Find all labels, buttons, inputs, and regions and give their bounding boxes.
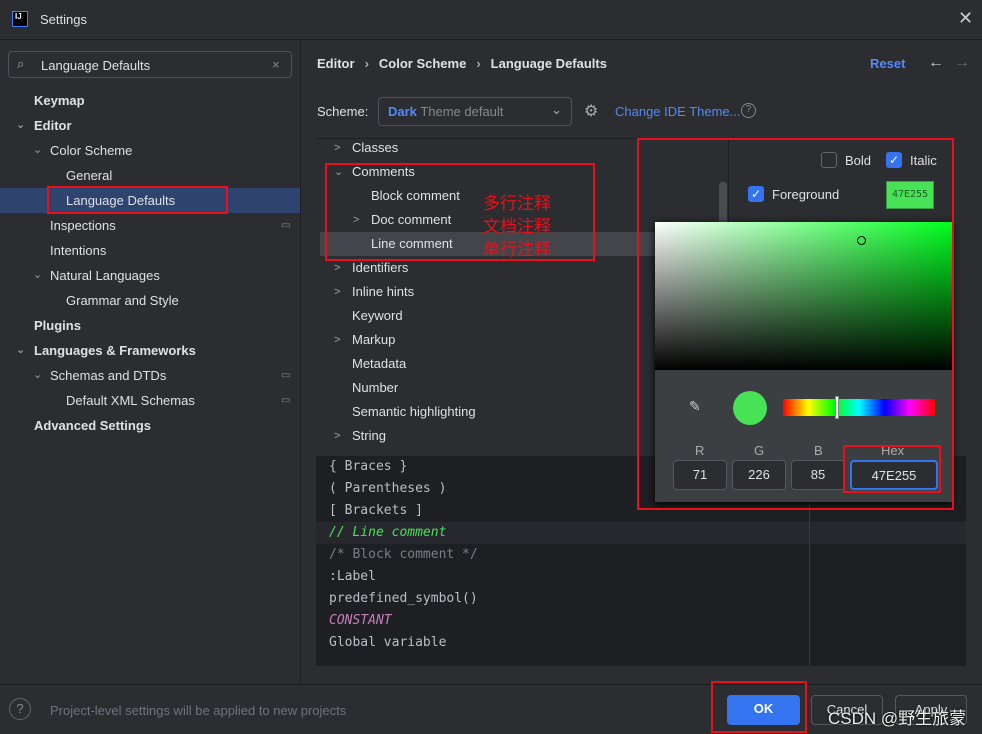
chevron-down-icon: ⌄: [551, 102, 562, 117]
preview-line: predefined_symbol(): [329, 591, 478, 606]
chevron-down-icon: ⌄: [16, 119, 26, 131]
search-input[interactable]: ⌕ Language Defaults ×: [8, 51, 292, 78]
chevron-right-icon[interactable]: >: [334, 328, 340, 352]
tree-item-label: String: [352, 428, 386, 443]
scheme-dropdown[interactable]: Dark Theme default ⌄: [378, 97, 572, 126]
search-icon: ⌕: [17, 56, 25, 71]
watermark: CSDN @野生旅蒙: [828, 709, 967, 728]
search-value: Language Defaults: [41, 58, 151, 73]
label: Keymap: [34, 93, 85, 108]
label: Natural Languages: [50, 268, 160, 283]
footer-hint: Project-level settings will be applied t…: [50, 703, 347, 718]
chevron-down-icon: ⌄: [33, 369, 43, 381]
crumb[interactable]: Editor: [317, 56, 355, 71]
tree-item-label: Semantic highlighting: [352, 404, 476, 419]
sidebar-item-general[interactable]: General: [0, 163, 300, 188]
app-logo: IJ: [12, 11, 28, 27]
scheme-label: Scheme:: [317, 104, 369, 119]
crumb[interactable]: Color Scheme: [379, 56, 466, 71]
chevron-down-icon: ⌄: [16, 344, 26, 356]
back-arrow-icon[interactable]: ←: [928, 54, 944, 72]
breadcrumb: Editor › Color Scheme › Language Defaults: [317, 56, 607, 71]
reset-link[interactable]: Reset: [870, 56, 905, 71]
label: Advanced Settings: [34, 418, 152, 433]
tree-item-label: Metadata: [352, 356, 407, 371]
tree-item-label: Keyword: [352, 308, 403, 323]
change-theme-link[interactable]: Change IDE Theme...: [615, 104, 741, 119]
close-icon[interactable]: ✕: [958, 8, 973, 29]
label: Intentions: [50, 243, 107, 258]
label: Plugins: [34, 318, 81, 333]
sidebar-item-default-xml[interactable]: Default XML Schemas ▭: [0, 388, 300, 413]
label: Grammar and Style: [66, 293, 179, 308]
highlight-box: [843, 445, 941, 493]
project-icon: ▭: [281, 395, 291, 406]
tree-item-label: Markup: [352, 332, 396, 347]
annotation: 单行注释: [483, 240, 551, 259]
chevron-right-icon[interactable]: >: [334, 136, 340, 160]
divider: [0, 684, 982, 685]
annotation: 文档注释: [483, 217, 551, 236]
clear-icon[interactable]: ×: [272, 57, 280, 72]
chevron-down-icon: ⌄: [33, 269, 43, 281]
sidebar-item-natural-languages[interactable]: ⌄ Natural Languages: [0, 263, 300, 288]
preview-line: CONSTANT: [329, 613, 392, 628]
preview-line: /* Block comment */: [329, 547, 478, 562]
scheme-value-rest: Theme default: [420, 104, 504, 119]
sidebar-item-editor[interactable]: ⌄ Editor: [0, 113, 300, 138]
sidebar-item-plugins[interactable]: Plugins: [0, 313, 300, 338]
sidebar-item-languages[interactable]: ⌄ Languages & Frameworks: [0, 338, 300, 363]
label: Editor: [34, 118, 72, 133]
preview-line: :Label: [329, 569, 376, 584]
divider: [300, 40, 301, 684]
gear-icon[interactable]: ⚙: [584, 101, 598, 121]
forward-arrow-icon[interactable]: →: [954, 54, 970, 72]
sidebar-item-color-scheme[interactable]: ⌄ Color Scheme: [0, 138, 300, 163]
label: Default XML Schemas: [66, 393, 195, 408]
label: Inspections: [50, 218, 116, 233]
tree-item-label: Inline hints: [352, 284, 415, 299]
crumb: Language Defaults: [490, 56, 607, 71]
sidebar-item-advanced[interactable]: Advanced Settings: [0, 413, 300, 438]
preview-line: // Line comment: [316, 522, 966, 544]
scheme-value: Dark: [388, 104, 417, 119]
highlight-box: [47, 186, 228, 214]
project-icon: ▭: [281, 220, 291, 231]
chevron-right-icon[interactable]: >: [334, 280, 340, 304]
project-icon: ▭: [281, 370, 291, 381]
label: Color Scheme: [50, 143, 133, 158]
help-icon[interactable]: ?: [741, 103, 756, 118]
help-icon[interactable]: ?: [9, 698, 31, 720]
highlight-box: [325, 163, 595, 261]
chevron-right-icon[interactable]: >: [334, 424, 340, 448]
highlight-box: [711, 681, 807, 733]
label: Languages & Frameworks: [34, 343, 196, 358]
window-title: Settings: [40, 12, 87, 27]
sidebar-item-keymap[interactable]: Keymap: [0, 88, 300, 113]
annotation: 多行注释: [483, 194, 551, 213]
title-bar: IJ Settings ✕: [0, 0, 982, 40]
tree-item-label: Classes: [352, 140, 399, 155]
sidebar-item-grammar[interactable]: Grammar and Style: [0, 288, 300, 313]
sidebar-item-inspections[interactable]: Inspections ▭: [0, 213, 300, 238]
label: Schemas and DTDs: [50, 368, 167, 383]
sidebar-item-schemas[interactable]: ⌄ Schemas and DTDs ▭: [0, 363, 300, 388]
chevron-down-icon: ⌄: [33, 144, 43, 156]
tree-item-label: Number: [352, 380, 399, 395]
label: General: [66, 168, 113, 183]
preview-line: Global variable: [329, 635, 447, 650]
sidebar-item-intentions[interactable]: Intentions: [0, 238, 300, 263]
